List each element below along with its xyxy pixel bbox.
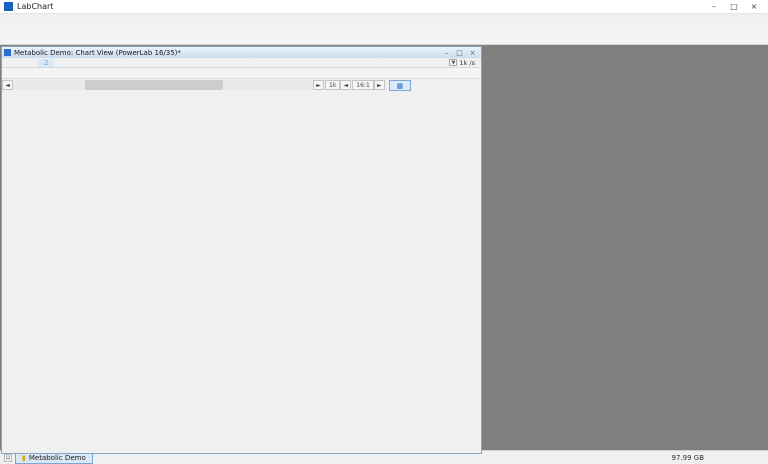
free-disk-space: 97.99 GB [672, 454, 705, 462]
rate-control[interactable]: 1k [325, 80, 340, 90]
toolbar [0, 24, 768, 45]
mdi-workspace: Metabolic Demo: Chart View (PowerLab 16/… [0, 45, 768, 450]
chart-view-maximize-icon[interactable]: □ [453, 49, 466, 57]
zoom-view-button[interactable]: ▦ [389, 80, 411, 91]
compression-decrease-button[interactable]: ◄ [340, 80, 351, 90]
rate-dropdown-icon[interactable]: ▼ [449, 59, 457, 66]
compression-increase-button[interactable]: ► [374, 80, 385, 90]
folder-icon: ▮ [22, 454, 26, 462]
minimize-button[interactable]: – [704, 2, 724, 11]
chart-view-title-bar[interactable]: Metabolic Demo: Chart View (PowerLab 16/… [2, 47, 481, 58]
status-grid-icon[interactable]: ▤ [4, 454, 12, 462]
scroll-right-button[interactable]: ► [313, 80, 324, 90]
app-title: LabChart [17, 2, 704, 11]
app-title-bar: LabChart – □ × [0, 0, 768, 14]
chart-view-close-icon[interactable]: × [466, 49, 479, 57]
compression-ratio[interactable]: 16:1 [352, 80, 373, 90]
horizontal-scrollbar[interactable]: ◄ ► 1k ◄ 16:1 ► ▦ [2, 79, 481, 91]
chart-view-title: Metabolic Demo: Chart View (PowerLab 16/… [14, 49, 440, 57]
time-selection-strip[interactable]: 2 ▼1k /s [2, 58, 481, 68]
sample-rate-display[interactable]: ▼1k /s [449, 59, 475, 67]
maximize-button[interactable]: □ [724, 2, 744, 11]
labchart-app-icon [4, 2, 13, 11]
selection-marker: 2 [38, 59, 54, 67]
time-axis[interactable] [2, 68, 481, 79]
scrollbar-track[interactable] [13, 80, 313, 90]
menu-bar [0, 14, 768, 24]
chart-view-window-icon [4, 49, 11, 56]
chart-view-window: Metabolic Demo: Chart View (PowerLab 16/… [1, 46, 482, 454]
scroll-left-button[interactable]: ◄ [2, 80, 13, 90]
scrollbar-thumb[interactable] [85, 80, 223, 90]
chart-view-minimize-icon[interactable]: – [440, 49, 453, 57]
close-button[interactable]: × [744, 2, 764, 11]
document-tab-label: Metabolic Demo [29, 454, 86, 462]
